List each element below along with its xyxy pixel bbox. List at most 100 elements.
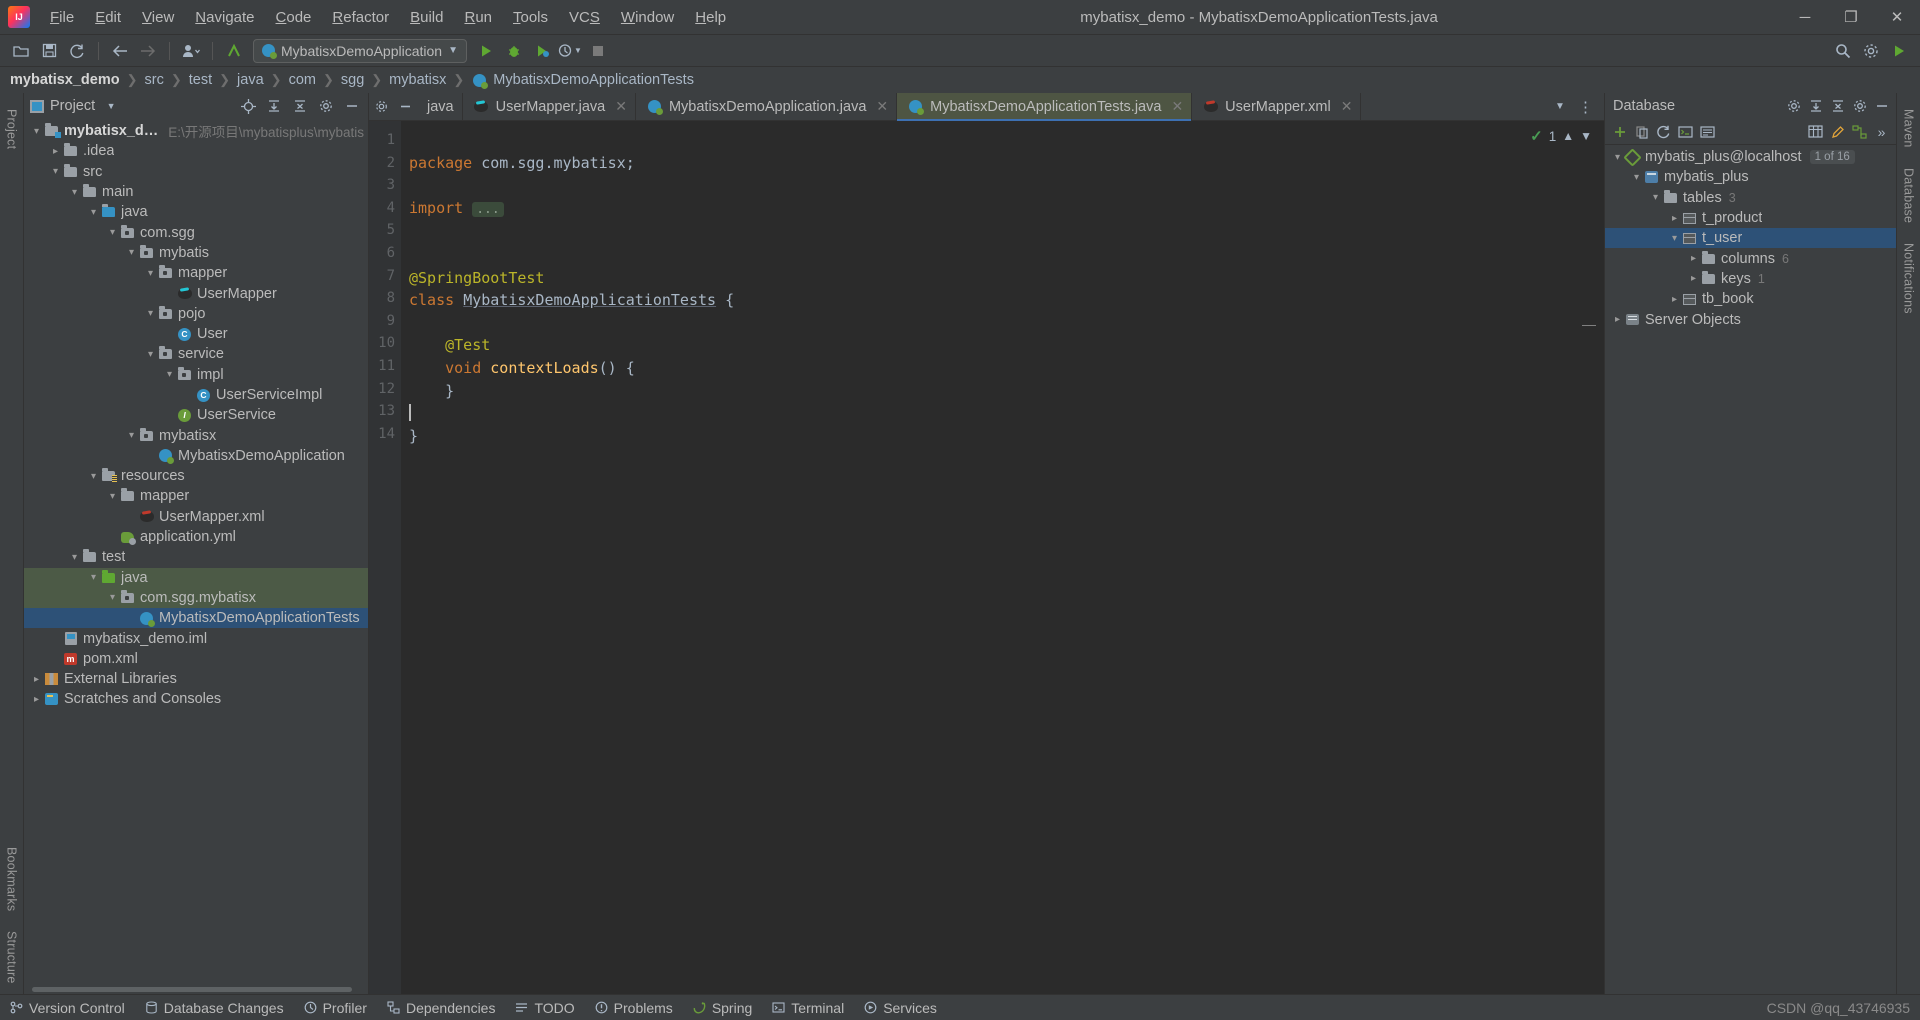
chevron-down-icon[interactable]: ▾ <box>87 207 100 218</box>
project-tree-row[interactable]: C User <box>24 324 368 344</box>
run-anything-icon[interactable] <box>1886 39 1912 63</box>
menu-item-vcs[interactable]: VCS <box>559 5 610 30</box>
hide-editor-panel-icon[interactable] <box>393 93 417 120</box>
editor-tab[interactable]: java <box>417 93 463 120</box>
project-tree-row[interactable]: ▾ impl <box>24 365 368 385</box>
menu-item-refactor[interactable]: Refactor <box>322 5 399 30</box>
chevron-down-icon[interactable]: ▾ <box>144 268 157 279</box>
chevron-right-icon[interactable]: ▸ <box>1668 294 1681 305</box>
project-tree-row[interactable]: ▾ mybatisx_demo E:\开源项目\mybatisplus\mybati… <box>24 121 368 141</box>
expand-all-icon[interactable] <box>1805 96 1826 117</box>
copy-datasource-icon[interactable] <box>1631 121 1652 142</box>
rail-button-bookmarks[interactable]: Bookmarks <box>5 837 19 921</box>
chevron-down-icon[interactable]: ▾ <box>125 430 138 441</box>
database-tree-row[interactable]: ▸ columns 6 <box>1605 248 1896 268</box>
breadcrumb-item-2[interactable]: test <box>189 72 212 88</box>
chevron-down-icon[interactable]: ▾ <box>1649 192 1662 203</box>
diagram-icon[interactable] <box>1849 121 1870 142</box>
sync-icon[interactable] <box>64 39 90 63</box>
database-tree-row[interactable]: ▸ t_product <box>1605 208 1896 228</box>
profile-user-icon[interactable] <box>178 39 204 63</box>
more-actions-icon[interactable]: » <box>1871 121 1892 142</box>
chevron-down-icon[interactable]: ▾ <box>68 187 81 198</box>
chevron-down-icon[interactable]: ▾ <box>1611 152 1624 163</box>
menu-item-run[interactable]: Run <box>454 5 502 30</box>
close-tab-icon[interactable]: ✕ <box>1341 98 1353 115</box>
import-fold-placeholder[interactable]: ... <box>472 201 504 217</box>
chevron-right-icon[interactable]: ▸ <box>49 146 62 157</box>
project-tree-row[interactable]: ▾ mapper <box>24 486 368 506</box>
project-tree-row[interactable]: ▾ java <box>24 202 368 222</box>
rail-button-database[interactable]: Database <box>1902 158 1916 233</box>
project-tree-row[interactable]: ▸ .idea <box>24 141 368 161</box>
breadcrumb-item-5[interactable]: sgg <box>341 72 364 88</box>
chevron-down-icon[interactable]: ▼ <box>1548 101 1572 112</box>
project-tree-row[interactable]: ▾ java <box>24 567 368 588</box>
scrollbar-thumb[interactable] <box>32 987 352 992</box>
project-tree-row[interactable]: m pom.xml <box>24 649 368 669</box>
database-options-gear-icon[interactable] <box>1849 96 1870 117</box>
chevron-down-icon[interactable]: ▾ <box>68 552 81 563</box>
status-item-todo[interactable]: TODO <box>515 1000 575 1016</box>
expand-all-icon[interactable] <box>264 96 284 116</box>
chevron-right-icon[interactable]: ▸ <box>30 694 43 705</box>
editor-settings-gear-icon[interactable] <box>369 93 393 120</box>
status-item-version-control[interactable]: Version Control <box>10 1000 125 1016</box>
project-tree-row[interactable]: ▾ com.sgg <box>24 222 368 242</box>
close-button[interactable]: ✕ <box>1874 0 1920 34</box>
project-tree-row[interactable]: ▾ mybatis <box>24 243 368 263</box>
more-vertical-icon[interactable]: ⋮ <box>1574 98 1598 116</box>
maximize-button[interactable]: ❐ <box>1828 0 1874 34</box>
project-tree-row[interactable]: ▾ test <box>24 547 368 567</box>
run-with-coverage-button[interactable] <box>529 39 555 63</box>
menu-item-window[interactable]: Window <box>611 5 684 30</box>
status-item-profiler[interactable]: Profiler <box>304 1000 367 1016</box>
rail-button-notifications[interactable]: Notifications <box>1902 233 1916 324</box>
navigate-forward-icon[interactable] <box>135 39 161 63</box>
breadcrumb-item-6[interactable]: mybatisx <box>389 72 446 88</box>
chevron-up-icon[interactable]: ▲ <box>1562 129 1574 143</box>
rail-button-project[interactable]: Project <box>5 99 19 159</box>
rail-button-maven[interactable]: Maven <box>1902 99 1916 158</box>
editor-tab[interactable]: UserMapper.java ✕ <box>463 93 636 120</box>
menu-item-view[interactable]: View <box>132 5 184 30</box>
project-tree-row[interactable]: UserMapper <box>24 283 368 303</box>
editor-tab[interactable]: MybatisxDemoApplicationTests.java ✕ <box>897 93 1193 121</box>
chevron-down-icon[interactable]: ▾ <box>144 349 157 360</box>
chevron-down-icon[interactable]: ▾ <box>106 491 119 502</box>
breadcrumb-item-4[interactable]: com <box>289 72 316 88</box>
status-item-services[interactable]: Services <box>864 1000 937 1016</box>
database-tree-row[interactable]: ▾ tables 3 <box>1605 188 1896 208</box>
project-tree-row[interactable]: MybatisxDemoApplicationTests <box>24 608 368 629</box>
database-tree-row[interactable]: ▸ tb_book <box>1605 289 1896 309</box>
database-tree-row[interactable]: ▾ mybatis_plus@localhost 1 of 16 <box>1605 147 1896 167</box>
run-button[interactable] <box>473 39 499 63</box>
status-item-terminal[interactable]: Terminal <box>772 1000 844 1016</box>
add-datasource-icon[interactable] <box>1609 121 1630 142</box>
close-tab-icon[interactable]: ✕ <box>1171 98 1183 115</box>
collapse-all-icon[interactable] <box>290 96 310 116</box>
menu-item-file[interactable]: File <box>40 5 84 30</box>
close-tab-icon[interactable]: ✕ <box>876 98 888 115</box>
chevron-down-icon[interactable]: ▾ <box>163 369 176 380</box>
database-tree-row[interactable]: ▾ t_user <box>1605 228 1896 249</box>
project-horizontal-scrollbar[interactable] <box>24 984 368 994</box>
chevron-right-icon[interactable]: ▸ <box>1687 273 1700 284</box>
project-tree-row[interactable]: C UserServiceImpl <box>24 385 368 405</box>
project-tree-row[interactable]: I UserService <box>24 405 368 425</box>
project-tree-row[interactable]: ▾ com.sgg.mybatisx <box>24 587 368 609</box>
database-settings-icon[interactable] <box>1783 96 1804 117</box>
chevron-right-icon[interactable]: ▸ <box>1668 213 1681 224</box>
open-project-icon[interactable] <box>8 39 34 63</box>
modify-table-icon[interactable] <box>1827 121 1848 142</box>
menu-item-navigate[interactable]: Navigate <box>185 5 264 30</box>
menu-item-edit[interactable]: Edit <box>85 5 131 30</box>
menu-item-build[interactable]: Build <box>400 5 453 30</box>
breadcrumb-item-1[interactable]: src <box>145 72 164 88</box>
menu-item-code[interactable]: Code <box>266 5 322 30</box>
database-tree-row[interactable]: ▾ mybatis_plus <box>1605 167 1896 187</box>
chevron-down-icon[interactable]: ▾ <box>106 227 119 238</box>
status-item-database-changes[interactable]: Database Changes <box>145 1000 284 1016</box>
project-tree-row[interactable]: ▸ Scratches and Consoles <box>24 689 368 709</box>
hide-panel-icon[interactable] <box>1871 96 1892 117</box>
